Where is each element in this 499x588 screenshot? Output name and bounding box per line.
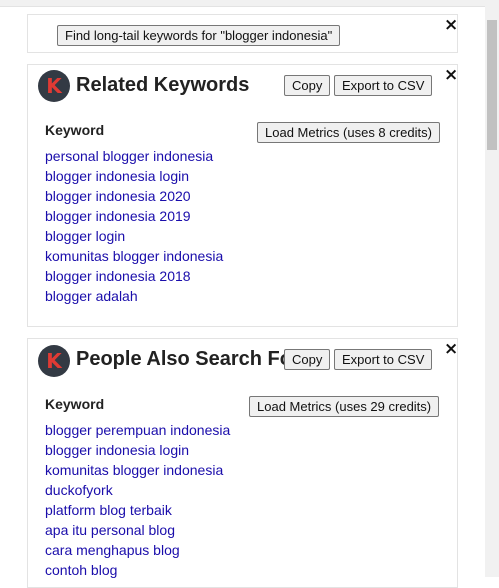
list-item: blogger indonesia 2019 [45,206,223,226]
scrollbar[interactable] [485,6,499,577]
close-icon[interactable]: × [444,17,458,34]
close-icon[interactable]: × [444,67,458,84]
related-keyword-list: personal blogger indonesia blogger indon… [45,146,223,306]
keyword-column-header: Keyword [45,396,105,412]
keyword-link[interactable]: duckofyork [45,482,113,498]
list-item: blogger indonesia login [45,166,223,186]
keywords-everywhere-logo: K [38,345,70,377]
people-also-search-card: K People Also Search For Copy Export to … [27,338,458,588]
related-keywords-title: Related Keywords [76,74,250,96]
keyword-link[interactable]: personal blogger indonesia [45,148,213,164]
load-metrics-button[interactable]: Load Metrics (uses 8 credits) [257,122,440,143]
keyword-link[interactable]: blogger indonesia 2019 [45,208,191,224]
people-also-search-keyword-list: blogger perempuan indonesia blogger indo… [45,420,230,580]
keywords-everywhere-logo: K [38,70,70,102]
list-item: blogger login [45,226,223,246]
longtail-card: Find long-tail keywords for "blogger ind… [27,14,458,53]
keyword-column-header: Keyword [45,122,105,138]
list-item: contoh blog [45,560,230,580]
list-item: personal blogger indonesia [45,146,223,166]
copy-button[interactable]: Copy [284,75,331,96]
keyword-link[interactable]: blogger indonesia 2018 [45,268,191,284]
list-item: cara menghapus blog [45,540,230,560]
export-csv-button[interactable]: Export to CSV [334,75,433,96]
list-item: blogger indonesia 2020 [45,186,223,206]
people-also-search-title: People Also Search For [76,348,284,370]
keyword-link[interactable]: contoh blog [45,562,117,578]
list-item: komunitas blogger indonesia [45,460,230,480]
keyword-link[interactable]: apa itu personal blog [45,522,175,538]
export-csv-button[interactable]: Export to CSV [334,349,433,370]
list-item: duckofyork [45,480,230,500]
keyword-link[interactable]: cara menghapus blog [45,542,180,558]
load-metrics-button[interactable]: Load Metrics (uses 29 credits) [249,396,440,417]
keyword-link[interactable]: blogger login [45,228,125,244]
related-keywords-card: K Related Keywords Copy Export to CSV × … [27,64,458,327]
keyword-link[interactable]: blogger indonesia login [45,168,189,184]
scrollbar-thumb[interactable] [487,20,497,150]
keyword-link[interactable]: blogger adalah [45,288,138,304]
list-item: apa itu personal blog [45,520,230,540]
keyword-link[interactable]: platform blog terbaik [45,502,172,518]
list-item: blogger indonesia 2018 [45,266,223,286]
list-item: blogger adalah [45,286,223,306]
keyword-link[interactable]: blogger indonesia 2020 [45,188,191,204]
list-item: blogger indonesia login [45,440,230,460]
keyword-link[interactable]: komunitas blogger indonesia [45,462,223,478]
window-top-edge [0,0,499,7]
list-item: blogger perempuan indonesia [45,420,230,440]
list-item: platform blog terbaik [45,500,230,520]
keyword-link[interactable]: blogger perempuan indonesia [45,422,230,438]
keyword-link[interactable]: komunitas blogger indonesia [45,248,223,264]
find-longtail-button[interactable]: Find long-tail keywords for "blogger ind… [57,25,341,46]
copy-button[interactable]: Copy [284,349,331,370]
close-icon[interactable]: × [444,341,458,358]
keyword-link[interactable]: blogger indonesia login [45,442,189,458]
list-item: komunitas blogger indonesia [45,246,223,266]
